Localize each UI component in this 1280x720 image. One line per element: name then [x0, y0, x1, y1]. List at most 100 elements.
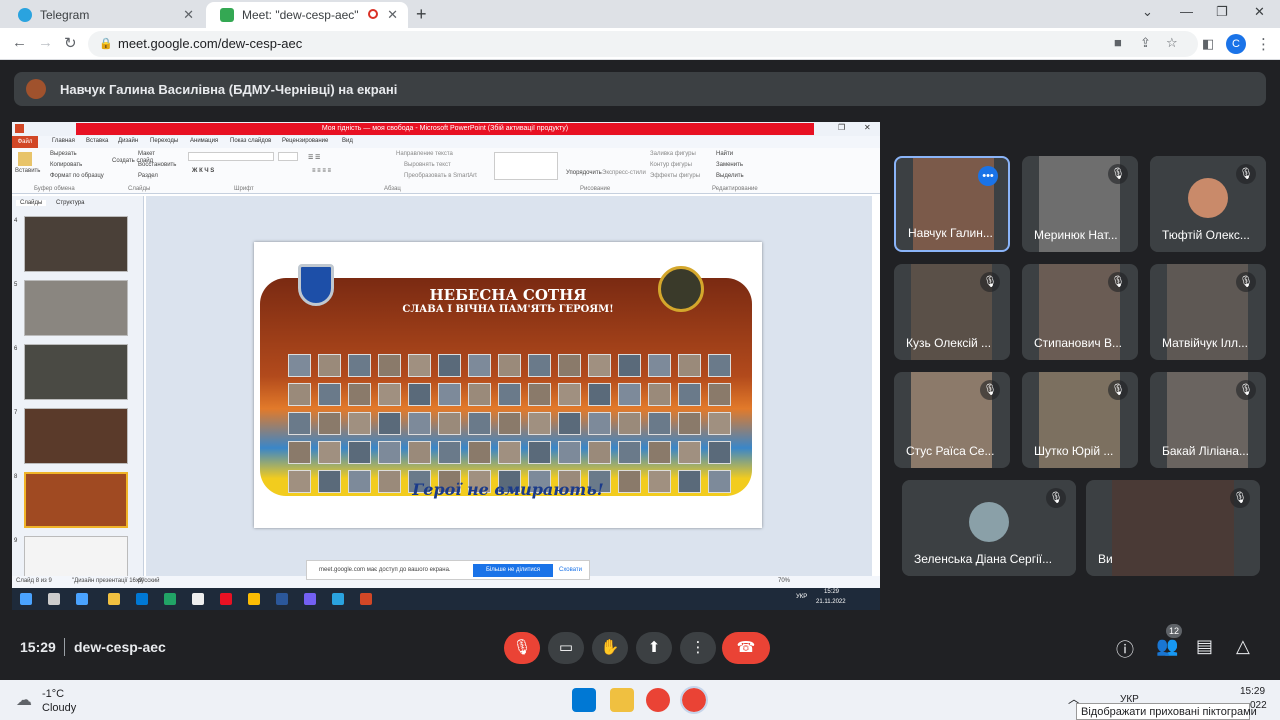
shape-outline-button[interactable]: Контур фигуры	[650, 162, 692, 168]
find-button[interactable]: Найти	[716, 151, 733, 157]
omnibox[interactable]: 🔒 meet.google.com/dew-cesp-aec ■ ⇪ ☆	[88, 31, 1198, 57]
ppt-close-icon[interactable]: ✕	[864, 123, 871, 132]
hide-button[interactable]: Сховати	[559, 567, 582, 573]
tab-telegram[interactable]: Telegram ✕	[4, 2, 204, 28]
powerpoint-app-icon[interactable]	[360, 593, 372, 605]
opera-icon[interactable]	[220, 593, 232, 605]
participant-tile[interactable]: 🎙 Тюфтій Олекс...	[1150, 156, 1266, 252]
replace-button[interactable]: Заменить	[716, 162, 743, 168]
section-button[interactable]: Раздел	[138, 173, 158, 179]
bullets-button[interactable]: ☰ ☰	[308, 154, 320, 161]
slide[interactable]: НЕБЕСНА СОТНЯ СЛАВА І ВІЧНА ПАМ'ЯТЬ ГЕРО…	[254, 242, 762, 528]
ppt-tab-insert[interactable]: Вставка	[86, 138, 108, 144]
ppt-tab-animations[interactable]: Анимация	[190, 138, 218, 144]
telegram-app-icon[interactable]	[332, 593, 344, 605]
chrome-profile-icon[interactable]	[680, 686, 708, 714]
bookmark-star-icon[interactable]: ☆	[1166, 35, 1178, 51]
cut-button[interactable]: Вырезать	[50, 151, 77, 157]
info-icon[interactable]: ⓘ	[1116, 636, 1134, 662]
chat-icon[interactable]: ▤	[1196, 636, 1213, 657]
share-icon[interactable]: ⇪	[1140, 35, 1151, 51]
close-window-button[interactable]: ✕	[1254, 4, 1265, 20]
participant-tile[interactable]: 🎙 Бакай Ліліана...	[1150, 372, 1266, 468]
paste-icon[interactable]	[18, 152, 32, 166]
participant-tile[interactable]: 🎙 Шутко Юрій ...	[1022, 372, 1138, 468]
tab-search-icon[interactable]: ⌄	[1142, 4, 1153, 20]
pane-tab-slides[interactable]: Слайды	[16, 200, 47, 206]
tile-more-options-icon[interactable]: •••	[978, 166, 998, 186]
status-zoom[interactable]: 70%	[778, 578, 790, 584]
slide-thumbnail[interactable]	[24, 408, 128, 464]
select-button[interactable]: Выделить	[716, 173, 744, 179]
arrange-button[interactable]: Упорядочить	[566, 170, 602, 176]
start-icon[interactable]	[20, 593, 32, 605]
close-tab-icon[interactable]: ✕	[387, 7, 398, 23]
file-explorer-icon[interactable]	[610, 688, 634, 712]
format-painter-button[interactable]: Формат по образцу	[50, 173, 104, 179]
reload-icon[interactable]: ↻	[64, 34, 77, 52]
participant-tile[interactable]: 🎙 Зеленська Діана Сергії...	[902, 480, 1076, 576]
menu-icon[interactable]: ⋮	[1256, 35, 1271, 53]
camera-icon[interactable]: ■	[1114, 35, 1122, 50]
remote-lang[interactable]: УКР	[796, 594, 807, 600]
shape-fill-button[interactable]: Заливка фигуры	[650, 151, 696, 157]
mail-icon[interactable]	[136, 593, 148, 605]
leave-call-button[interactable]: ☎	[722, 632, 770, 664]
camera-button[interactable]: ▭	[548, 632, 584, 664]
ppt-tab-slideshow[interactable]: Показ слайдов	[230, 138, 271, 144]
minimize-button[interactable]: —	[1180, 4, 1193, 19]
text-direction-button[interactable]: Направление текста	[396, 151, 453, 157]
ppt-tab-home[interactable]: Главная	[52, 138, 75, 144]
profile-avatar[interactable]: C	[1226, 34, 1246, 54]
participant-tile[interactable]: 🎙 Стипанович В...	[1022, 264, 1138, 360]
chrome-taskbar-icon[interactable]	[646, 688, 670, 712]
slide-thumbnail[interactable]	[24, 216, 128, 272]
slide-thumbnail[interactable]	[24, 344, 128, 400]
close-tab-icon[interactable]: ✕	[183, 7, 194, 23]
raise-hand-button[interactable]: ✋	[592, 632, 628, 664]
pane-tab-outline[interactable]: Структура	[56, 200, 84, 206]
store-icon[interactable]	[192, 593, 204, 605]
weather-desc[interactable]: Cloudy	[42, 702, 76, 714]
copy-button[interactable]: Копировать	[50, 162, 82, 168]
ppt-tab-file[interactable]: Файл	[12, 136, 38, 148]
lock-icon[interactable]: 🔒	[99, 37, 113, 50]
maximize-button[interactable]: ❐	[1216, 4, 1228, 20]
align-buttons[interactable]: ≡ ≡ ≡ ≡	[312, 168, 331, 174]
forward-icon[interactable]: →	[38, 34, 53, 51]
paste-label[interactable]: Вставить	[15, 168, 40, 174]
participant-tile[interactable]: 🎙 Ви	[1086, 480, 1260, 576]
ppt-tab-review[interactable]: Рецензирование	[282, 138, 328, 144]
quick-styles-button[interactable]: Экспресс-стили	[602, 170, 646, 176]
tab-meet[interactable]: Meet: "dew-cesp-aec" ✕	[206, 2, 408, 28]
people-icon[interactable]: 👥	[1156, 636, 1178, 657]
side-panel-icon[interactable]: ◧	[1202, 36, 1214, 52]
present-button[interactable]: ⬆	[636, 632, 672, 664]
font-name-box[interactable]	[188, 152, 274, 161]
url-text[interactable]: meet.google.com/dew-cesp-aec	[118, 36, 302, 51]
mic-off-button[interactable]: 🎙	[504, 632, 540, 664]
activities-icon[interactable]: △	[1236, 636, 1250, 657]
edge-icon[interactable]	[164, 593, 176, 605]
font-size-box[interactable]	[278, 152, 298, 161]
viber-icon[interactable]	[304, 593, 316, 605]
back-icon[interactable]: ←	[12, 34, 27, 51]
slide-thumbnail[interactable]	[24, 280, 128, 336]
bold-button[interactable]: Ж К Ч S	[192, 168, 214, 174]
search-icon[interactable]	[48, 593, 60, 605]
shape-effects-button[interactable]: Эффекты фигуры	[650, 173, 700, 179]
stop-sharing-button[interactable]: Більше не ділитися	[473, 564, 553, 577]
ppt-maximize-icon[interactable]: ❐	[838, 123, 845, 132]
layout-button[interactable]: Макет	[138, 151, 155, 157]
weather-cloud-icon[interactable]: ☁	[16, 690, 32, 710]
weather-temp[interactable]: -1°C	[42, 688, 64, 700]
participant-tile[interactable]: 🎙 Меринюк Нат...	[1022, 156, 1138, 252]
participant-tile[interactable]: 🎙 Кузь Олексій ...	[894, 264, 1010, 360]
reset-button[interactable]: Восстановить	[138, 162, 176, 168]
ppt-tab-view[interactable]: Вид	[342, 138, 353, 144]
participant-tile[interactable]: ••• Навчук Галин...	[894, 156, 1010, 252]
more-options-button[interactable]: ⋮	[680, 632, 716, 664]
explorer-icon[interactable]	[108, 593, 120, 605]
chrome-icon[interactable]	[248, 593, 260, 605]
task-view-icon[interactable]	[76, 593, 88, 605]
